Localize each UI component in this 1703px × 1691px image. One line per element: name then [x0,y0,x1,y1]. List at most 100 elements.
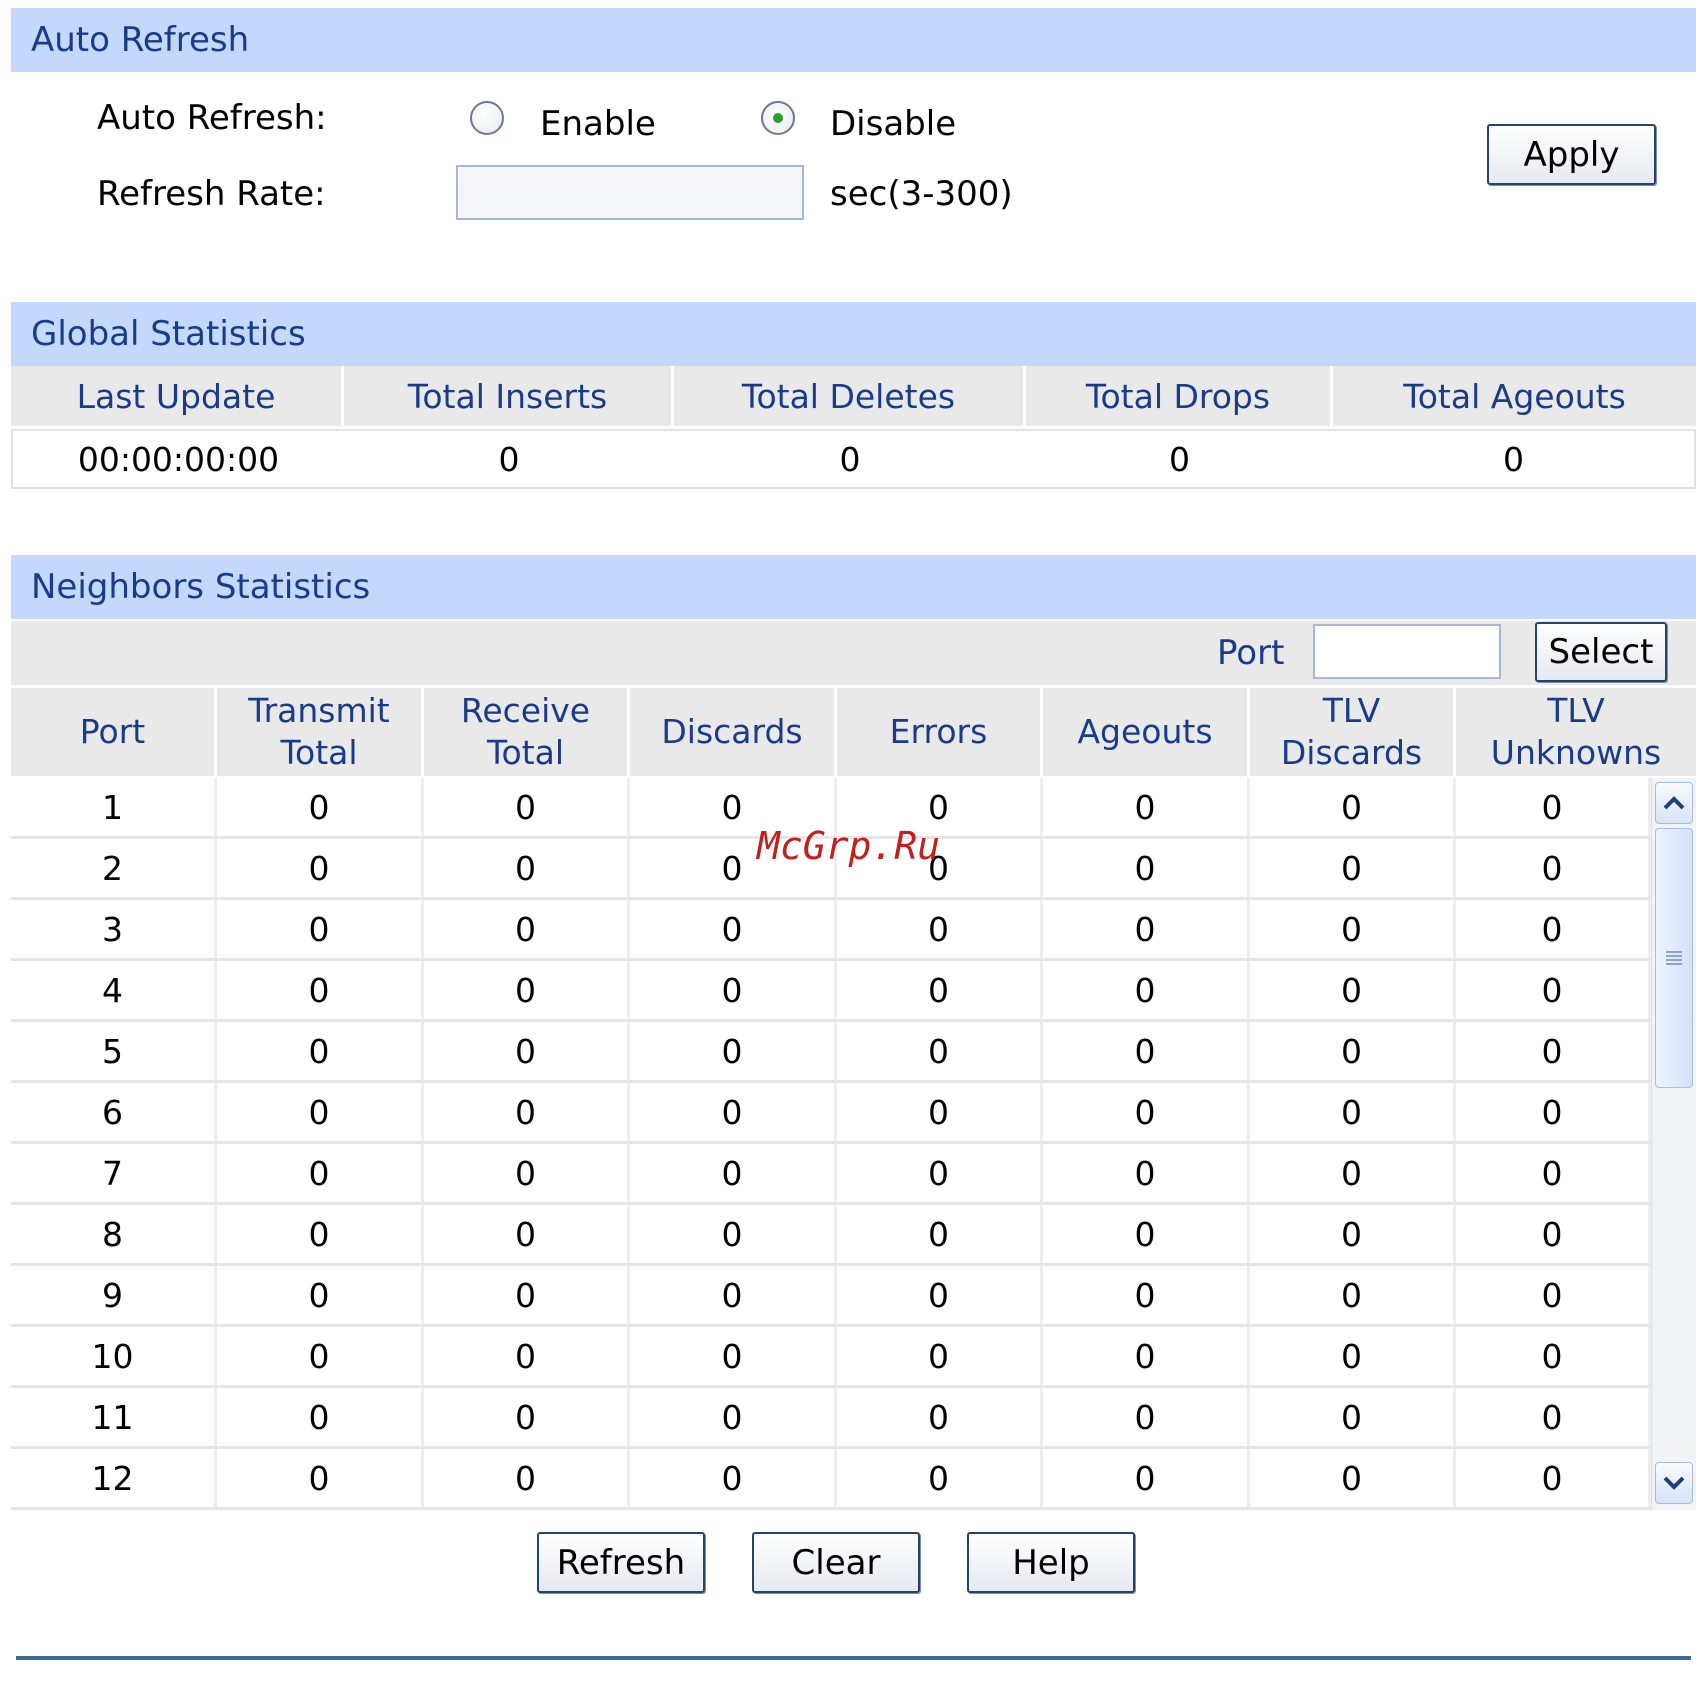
cell-receive-total: 0 [424,1205,630,1263]
cell-ageouts: 0 [1043,1022,1250,1080]
cell-port: 3 [11,900,217,958]
cell-port: 12 [11,1449,217,1507]
cell-receive-total: 0 [424,900,630,958]
total-deletes-value: 0 [839,439,861,479]
cell-discards: 0 [630,961,837,1019]
enable-label: Enable [540,104,656,144]
footer-divider [16,1656,1691,1660]
cell-discards: 0 [630,1327,837,1385]
cell-errors: 0 [837,1449,1043,1507]
total-drops-value: 0 [1169,439,1190,479]
cell-receive-total: 0 [424,1388,630,1446]
cell-receive-total: 0 [424,1449,630,1507]
cell-errors: 0 [837,1205,1043,1263]
cell-tlv-unknowns: 0 [1456,778,1651,836]
refresh-rate-label: Refresh Rate: [97,174,326,214]
cell-receive-total: 0 [424,1327,630,1385]
total-ageouts-value: 0 [1503,439,1524,479]
cell-ageouts: 0 [1043,1266,1250,1324]
cell-tlv-unknowns: 0 [1456,1327,1651,1385]
col-ageouts: Ageouts [1043,688,1250,776]
table-row: 60000000 [11,1083,1651,1144]
cell-discards: 0 [630,1388,837,1446]
cell-transmit-total: 0 [217,1205,424,1263]
cell-tlv-discards: 0 [1250,1205,1456,1263]
cell-errors: 0 [837,1327,1043,1385]
cell-transmit-total: 0 [217,839,424,897]
cell-errors: 0 [837,1388,1043,1446]
cell-discards: 0 [630,900,837,958]
cell-tlv-unknowns: 0 [1456,1266,1651,1324]
cell-discards: 0 [630,1449,837,1507]
cell-ageouts: 0 [1043,1205,1250,1263]
scroll-down-button[interactable] [1655,1462,1693,1504]
cell-discards: 0 [630,1205,837,1263]
disable-radio[interactable] [761,101,795,135]
last-update-value: 00:00:00:00 [77,439,280,479]
col-total-ageouts: Total Ageouts [1333,366,1696,426]
cell-transmit-total: 0 [217,900,424,958]
col-port: Port [11,688,217,776]
refresh-rate-input[interactable] [456,165,804,220]
col-tlv-discards: TLV Discards [1250,688,1456,776]
cell-port: 4 [11,961,217,1019]
cell-receive-total: 0 [424,961,630,1019]
cell-tlv-discards: 0 [1250,1083,1456,1141]
cell-tlv-discards: 0 [1250,839,1456,897]
cell-tlv-unknowns: 0 [1456,1083,1651,1141]
cell-discards: 0 [630,1266,837,1324]
cell-tlv-discards: 0 [1250,961,1456,1019]
grip-icon [1666,951,1682,965]
cell-ageouts: 0 [1043,839,1250,897]
refresh-button[interactable]: Refresh [537,1532,705,1593]
cell-receive-total: 0 [424,778,630,836]
apply-button[interactable]: Apply [1487,124,1656,185]
cell-transmit-total: 0 [217,1449,424,1507]
cell-errors: 0 [837,1266,1043,1324]
cell-transmit-total: 0 [217,1388,424,1446]
cell-port: 1 [11,778,217,836]
cell-tlv-unknowns: 0 [1456,900,1651,958]
cell-tlv-discards: 0 [1250,1388,1456,1446]
col-errors: Errors [837,688,1043,776]
scroll-thumb[interactable] [1655,828,1693,1088]
global-statistics-header: Global Statistics [11,302,1696,366]
cell-ageouts: 0 [1043,1388,1250,1446]
cell-tlv-discards: 0 [1250,1144,1456,1202]
cell-receive-total: 0 [424,839,630,897]
cell-errors: 0 [837,900,1043,958]
table-scrollbar[interactable] [1651,778,1696,1510]
neighbors-header-row: Port Transmit Total Receive Total Discards E… [11,688,1696,776]
cell-transmit-total: 0 [217,778,424,836]
enable-radio[interactable] [470,101,504,135]
col-receive-total: Receive Total [424,688,630,776]
scroll-up-button[interactable] [1655,782,1693,824]
cell-tlv-discards: 0 [1250,1327,1456,1385]
clear-button[interactable]: Clear [752,1532,920,1593]
cell-port: 8 [11,1205,217,1263]
cell-tlv-unknowns: 0 [1456,1205,1651,1263]
help-button[interactable]: Help [967,1532,1135,1593]
cell-errors: 0 [837,1022,1043,1080]
total-inserts-value: 0 [498,439,520,479]
cell-ageouts: 0 [1043,1144,1250,1202]
cell-transmit-total: 0 [217,961,424,1019]
cell-port: 7 [11,1144,217,1202]
select-button[interactable]: Select [1535,622,1667,682]
col-last-update: Last Update [11,366,344,426]
auto-refresh-header: Auto Refresh [11,8,1696,72]
table-row: 12 0 0 0 0 0 0 0 [11,1449,1651,1510]
col-transmit-total: Transmit Total [217,688,424,776]
cell-port: 5 [11,1022,217,1080]
cell-errors: 0 [837,1144,1043,1202]
cell-ageouts: 0 [1043,1449,1250,1507]
port-filter-input[interactable] [1313,624,1501,679]
global-statistics-row: 00:00:00:00 0 0 0 0 [11,429,1696,489]
port-filter-label: Port [1217,633,1285,673]
cell-ageouts: 0 [1043,900,1250,958]
chevron-down-icon [1663,1476,1685,1490]
table-row: 80000000 [11,1205,1651,1266]
cell-transmit-total: 0 [217,1083,424,1141]
watermark: McGrp.Ru [757,824,941,868]
col-total-deletes: Total Deletes [674,366,1026,426]
